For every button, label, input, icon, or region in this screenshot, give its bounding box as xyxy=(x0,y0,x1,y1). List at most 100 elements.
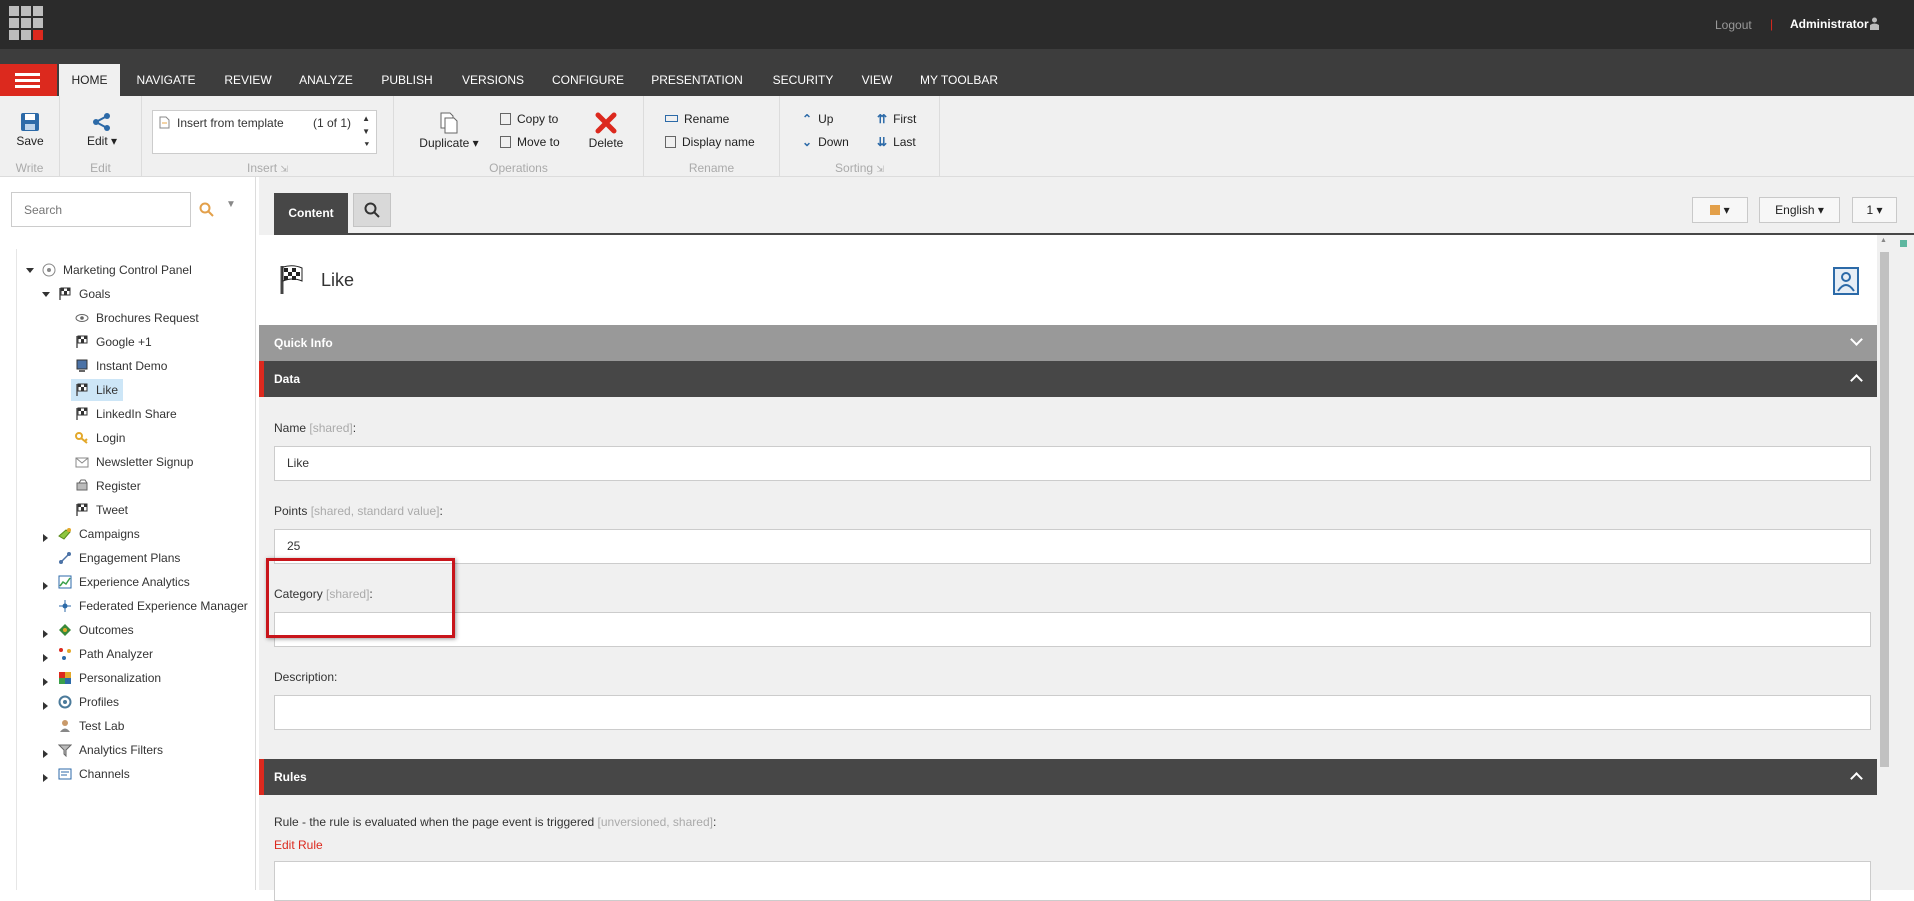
expand-gallery-icon[interactable]: ⯆ xyxy=(364,140,370,150)
rule-field[interactable] xyxy=(274,861,1871,901)
tree-item-goal[interactable]: Tweet xyxy=(96,499,128,521)
tree-item-goal[interactable]: Instant Demo xyxy=(96,355,167,377)
tree-item-personalization[interactable]: Personalization xyxy=(79,667,161,689)
user-name[interactable]: Administrator xyxy=(1790,17,1869,31)
expand-icon[interactable] xyxy=(43,678,48,686)
tree-item-path-analyzer[interactable]: Path Analyzer xyxy=(79,643,153,665)
field-meta: [shared, standard value] xyxy=(310,504,440,518)
section-rules[interactable]: Rules xyxy=(259,759,1877,795)
tab-presentation[interactable]: PRESENTATION xyxy=(642,64,752,96)
search-tab[interactable] xyxy=(353,193,391,227)
tab-view[interactable]: VIEW xyxy=(854,64,900,96)
points-field[interactable]: 25 xyxy=(274,529,1871,564)
sort-up-button[interactable]: ⌃ Up xyxy=(802,112,833,126)
tree-item-profiles[interactable]: Profiles xyxy=(79,691,119,713)
tree-item-goal[interactable]: Brochures Request xyxy=(96,307,199,329)
scroll-down-icon[interactable]: ▼ xyxy=(362,127,370,136)
tab-publish[interactable]: PUBLISH xyxy=(372,64,442,96)
collapse-icon[interactable] xyxy=(26,268,34,273)
expand-icon[interactable]: ⇲ xyxy=(280,164,288,174)
move-icon xyxy=(500,136,511,148)
tab-review[interactable]: REVIEW xyxy=(213,64,283,96)
tree-item-goals[interactable]: Goals xyxy=(79,283,110,305)
tree-item-goal[interactable]: Login xyxy=(96,427,125,449)
display-name-button[interactable]: Display name xyxy=(665,135,755,149)
tree-item-outcomes[interactable]: Outcomes xyxy=(79,619,134,641)
tree-item-goal[interactable]: Register xyxy=(96,475,141,497)
analytics-icon xyxy=(58,575,72,589)
copy-to-button[interactable]: Copy to xyxy=(500,112,558,126)
sort-first-button[interactable]: ⇈ First xyxy=(877,112,916,126)
tree-item-analytics-filters[interactable]: Analytics Filters xyxy=(79,739,163,761)
tab-versions[interactable]: VERSIONS xyxy=(452,64,534,96)
duplicate-button[interactable]: Duplicate ▾ xyxy=(414,112,484,150)
save-button[interactable]: Save xyxy=(11,112,49,148)
rule-field-label: Rule - the rule is evaluated when the pa… xyxy=(274,815,716,829)
collapse-icon[interactable] xyxy=(42,292,50,297)
tree-item-campaigns[interactable]: Campaigns xyxy=(79,523,140,545)
tree-item-channels[interactable]: Channels xyxy=(79,763,130,785)
tree-item-goal[interactable]: Google +1 xyxy=(96,331,152,353)
scroll-up-icon[interactable]: ▲ xyxy=(1880,237,1887,244)
flag-icon xyxy=(76,503,88,516)
expand-icon[interactable]: ⇲ xyxy=(876,164,884,174)
tab-my-toolbar[interactable]: MY TOOLBAR xyxy=(912,64,1006,96)
flag-icon xyxy=(76,407,88,420)
tab-configure[interactable]: CONFIGURE xyxy=(544,64,632,96)
expand-icon[interactable] xyxy=(43,774,48,782)
save-options-button[interactable]: ▾ xyxy=(1692,197,1748,223)
menu-icon[interactable] xyxy=(0,64,57,96)
tree-item-federated-experience-manager[interactable]: Federated Experience Manager xyxy=(79,595,248,617)
expand-icon[interactable] xyxy=(43,654,48,662)
group-label-sorting: Sorting ⇲ xyxy=(780,161,939,175)
tree-item-experience-analytics[interactable]: Experience Analytics xyxy=(79,571,190,593)
section-title: Rules xyxy=(274,770,307,784)
item-owner-button[interactable] xyxy=(1833,267,1859,295)
tree-item-goal[interactable]: Newsletter Signup xyxy=(96,451,193,473)
logout-link[interactable]: Logout xyxy=(1715,18,1752,32)
app-launcher-icon[interactable] xyxy=(9,6,43,40)
insert-gallery[interactable]: Insert from template (1 of 1) ▲ ▼ ⯆ xyxy=(152,110,377,154)
rename-button[interactable]: Rename xyxy=(665,112,729,126)
channels-icon xyxy=(58,768,72,780)
tab-security[interactable]: SECURITY xyxy=(764,64,842,96)
delete-button[interactable]: Delete xyxy=(584,112,628,150)
name-field[interactable]: Like xyxy=(274,446,1871,481)
description-field[interactable] xyxy=(274,695,1871,730)
search-options-icon[interactable]: ▼ xyxy=(226,199,236,210)
scrollbar-thumb[interactable] xyxy=(1880,252,1889,767)
sort-last-button[interactable]: ⇊ Last xyxy=(877,135,916,149)
expand-icon[interactable] xyxy=(43,630,48,638)
section-quick-info[interactable]: Quick Info xyxy=(259,325,1877,361)
search-box[interactable] xyxy=(11,192,191,227)
insert-item-label[interactable]: Insert from template xyxy=(177,116,284,130)
category-field[interactable] xyxy=(274,612,1871,647)
search-input[interactable] xyxy=(12,193,190,226)
move-to-button[interactable]: Move to xyxy=(500,135,560,149)
tree-item-goal[interactable]: LinkedIn Share xyxy=(96,403,177,425)
section-data[interactable]: Data xyxy=(259,361,1877,397)
tab-content[interactable]: Content xyxy=(274,193,348,233)
vertical-scrollbar[interactable]: ▲ xyxy=(1877,235,1891,890)
sort-down-button[interactable]: ⌄ Down xyxy=(802,135,849,149)
edit-rule-link[interactable]: Edit Rule xyxy=(274,838,323,852)
tab-analyze[interactable]: ANALYZE xyxy=(290,64,362,96)
search-icon[interactable] xyxy=(199,202,214,217)
version-selector[interactable]: 1 ▾ xyxy=(1852,197,1897,223)
language-selector[interactable]: English ▾ xyxy=(1759,197,1840,223)
tab-home[interactable]: HOME xyxy=(59,64,120,96)
expand-icon[interactable] xyxy=(43,702,48,710)
edit-button[interactable]: Edit ▾ xyxy=(80,112,124,148)
tree-item-marketing-control-panel[interactable]: Marketing Control Panel xyxy=(63,259,192,281)
down-label: Down xyxy=(818,135,849,149)
duplicate-icon xyxy=(440,112,458,134)
personalization-icon xyxy=(59,672,71,684)
tree-item-engagement-plans[interactable]: Engagement Plans xyxy=(79,547,180,569)
tab-navigate[interactable]: NAVIGATE xyxy=(126,64,206,96)
expand-icon[interactable] xyxy=(43,582,48,590)
tree-item-test-lab[interactable]: Test Lab xyxy=(79,715,124,737)
expand-icon[interactable] xyxy=(43,750,48,758)
tree-item-goal-selected[interactable]: Like xyxy=(71,379,123,401)
scroll-up-icon[interactable]: ▲ xyxy=(362,114,370,123)
expand-icon[interactable] xyxy=(43,534,48,542)
